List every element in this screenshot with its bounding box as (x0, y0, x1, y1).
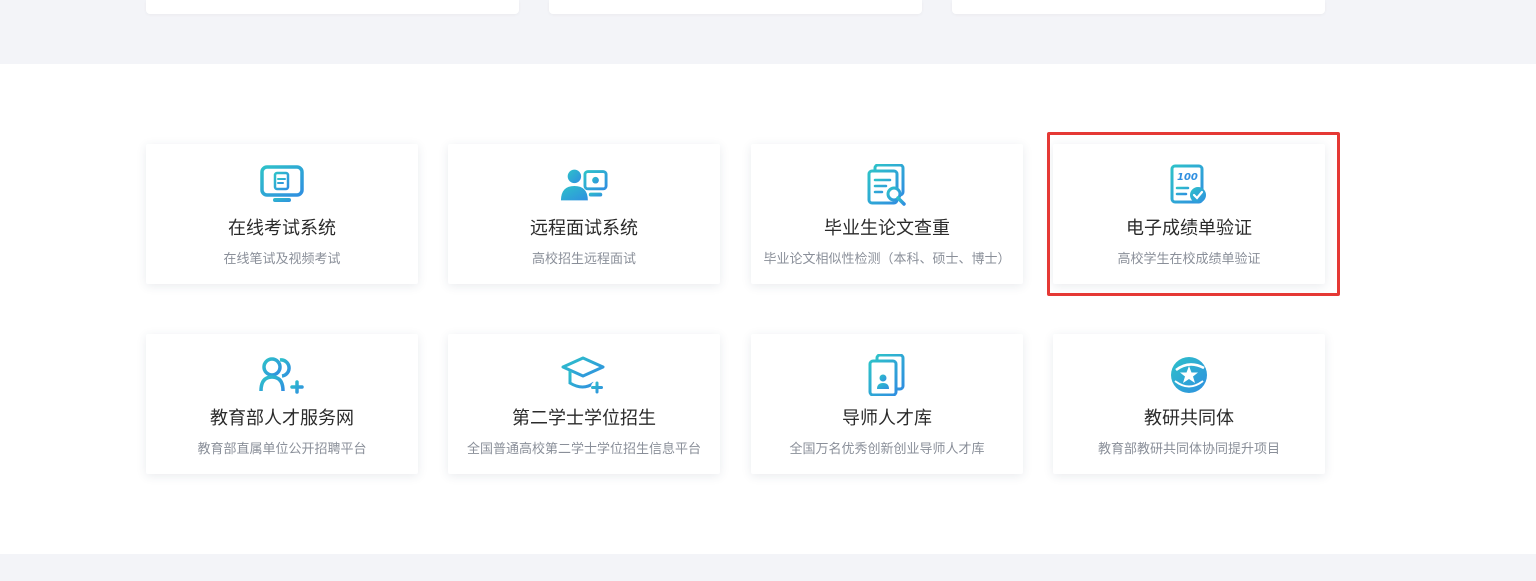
service-card-second-degree[interactable]: 第二学士学位招生 全国普通高校第二学士学位招生信息平台 (448, 334, 720, 474)
service-card-mentor-library[interactable]: 导师人才库 全国万名优秀创新创业导师人才库 (751, 334, 1023, 474)
service-title: 教育部人才服务网 (210, 408, 354, 428)
star-globe-icon (1165, 354, 1213, 396)
service-subtitle: 高校招生远程面试 (531, 251, 636, 266)
service-card-talent-service[interactable]: 教育部人才服务网 教育部直属单位公开招聘平台 (146, 334, 418, 474)
top-card-partial (146, 0, 519, 14)
top-card-partial (549, 0, 922, 14)
top-section-background (0, 0, 1536, 64)
bottom-section-background (0, 554, 1536, 581)
service-subtitle: 教育部教研共同体协同提升项目 (1097, 441, 1280, 456)
graduation-cap-icon (560, 354, 608, 396)
service-card-remote-interview[interactable]: 远程面试系统 高校招生远程面试 (448, 144, 720, 284)
service-title: 在线考试系统 (228, 218, 336, 238)
document-search-icon (863, 164, 911, 206)
service-title: 教研共同体 (1144, 408, 1234, 428)
service-title: 导师人才库 (842, 408, 932, 428)
service-subtitle: 毕业论文相似性检测（本科、硕士、博士） (763, 251, 1011, 266)
service-subtitle: 全国普通高校第二学士学位招生信息平台 (466, 441, 701, 456)
service-title: 毕业生论文查重 (824, 218, 950, 238)
mentor-card-icon (863, 354, 911, 396)
service-card-online-exam[interactable]: 在线考试系统 在线笔试及视频考试 (146, 144, 418, 284)
top-card-partial (952, 0, 1325, 14)
user-add-icon (258, 354, 306, 396)
service-subtitle: 在线笔试及视频考试 (223, 251, 341, 266)
monitor-exam-icon (258, 164, 306, 206)
video-interview-icon (560, 164, 608, 206)
service-subtitle: 全国万名优秀创新创业导师人才库 (789, 441, 985, 456)
service-title: 远程面试系统 (530, 218, 638, 238)
service-card-research-community[interactable]: 教研共同体 教育部教研共同体协同提升项目 (1053, 334, 1325, 474)
highlight-box (1047, 132, 1340, 296)
service-subtitle: 教育部直属单位公开招聘平台 (197, 441, 367, 456)
service-title: 第二学士学位招生 (512, 408, 656, 428)
service-card-thesis-check[interactable]: 毕业生论文查重 毕业论文相似性检测（本科、硕士、博士） (751, 144, 1023, 284)
